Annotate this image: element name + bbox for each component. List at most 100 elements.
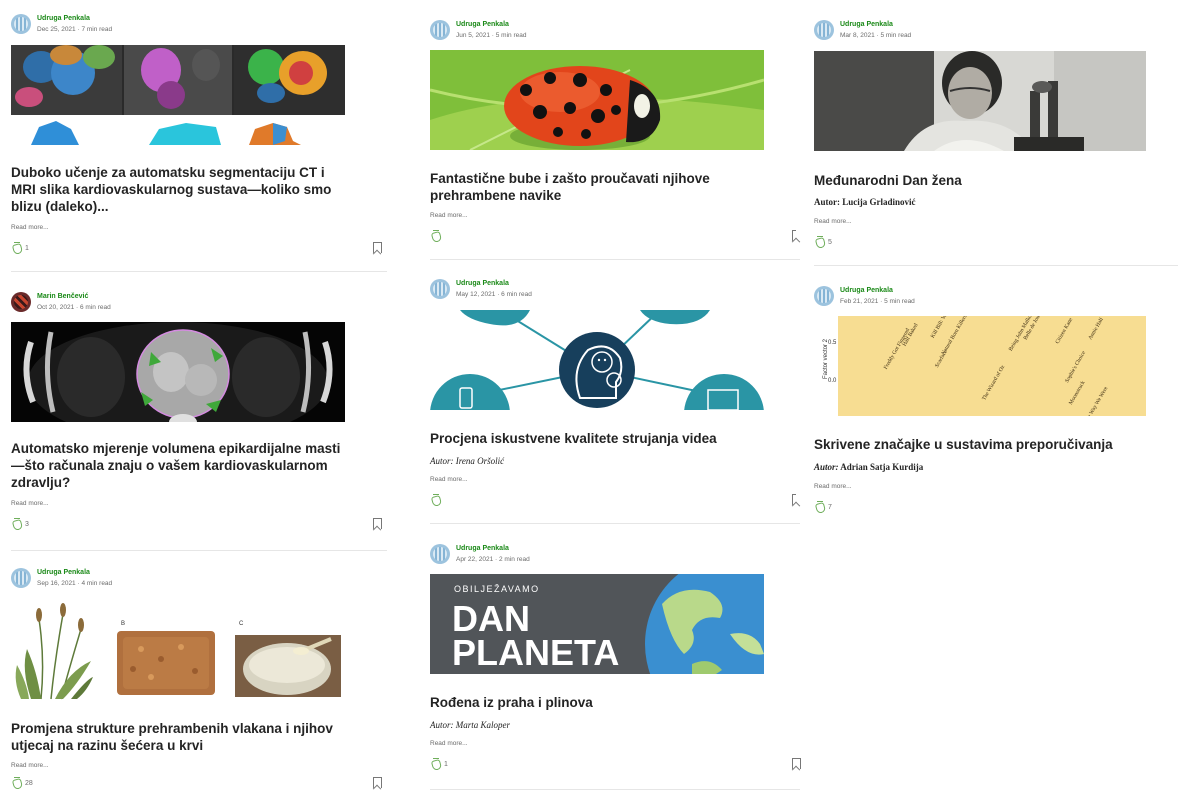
- article-image[interactable]: [814, 51, 1146, 151]
- article-image[interactable]: OBILJEŽAVAMO DAN PLANETA: [430, 574, 764, 674]
- author-row: Udruga Penkala Mar 8, 2021 · 5 min read: [814, 17, 911, 43]
- article-title[interactable]: Fantastične bube i zašto proučavati njih…: [430, 170, 750, 204]
- article-card: Marin Benčević Oct 20, 2021 · 6 min read: [11, 272, 387, 551]
- plant-fiber-image: B C: [11, 599, 345, 701]
- article-title[interactable]: Procjena iskustvene kvalitete strujanja …: [430, 430, 760, 447]
- feed-column-2: Udruga Penkala Jun 5, 2021 · 5 min read: [430, 0, 801, 790]
- clap-count: 3: [25, 520, 29, 528]
- article-title[interactable]: Rođena iz praha i plinova: [430, 694, 760, 711]
- article-title[interactable]: Skrivene značajke u sustavima preporučiv…: [814, 436, 1144, 453]
- publication-link[interactable]: Udruga Penkala: [840, 286, 915, 296]
- article-image[interactable]: [430, 310, 764, 410]
- clap-icon: [11, 777, 23, 789]
- clap-button[interactable]: 1: [430, 758, 448, 770]
- author-row: Udruga Penkala Dec 25, 2021 · 7 min read: [11, 11, 112, 37]
- read-more-link[interactable]: Read more...: [430, 476, 468, 483]
- publication-link[interactable]: Udruga Penkala: [840, 20, 911, 30]
- read-more-link[interactable]: Read more...: [814, 218, 852, 225]
- author-name: Lucija Grladinović: [842, 197, 916, 207]
- post-date: Mar 8, 2021 · 5 min read: [840, 31, 912, 39]
- clap-button[interactable]: 1: [11, 242, 29, 254]
- avatar[interactable]: [430, 20, 450, 40]
- clap-icon: [814, 236, 826, 248]
- clap-icon: [11, 518, 23, 530]
- bookmark-icon[interactable]: [373, 242, 382, 253]
- article-card: Udruga Penkala May 12, 2021 · 6 min read: [430, 260, 800, 524]
- post-date: Dec 25, 2021 · 7 min read: [37, 25, 113, 33]
- publication-link[interactable]: Udruga Penkala: [456, 20, 526, 30]
- post-date: Jun 5, 2021 · 5 min read: [456, 31, 527, 39]
- y-axis-label: Factor vector 2: [823, 339, 829, 380]
- movie-label: Citizen Kane: [1054, 316, 1075, 346]
- video-quality-diagram: [430, 310, 764, 410]
- bookmark-icon[interactable]: [373, 518, 382, 529]
- clap-button[interactable]: 28: [11, 777, 33, 789]
- avatar[interactable]: [814, 286, 834, 306]
- banner-line-1: DAN: [452, 598, 530, 639]
- panel-label-b: B: [121, 621, 125, 627]
- clap-button[interactable]: [430, 230, 444, 242]
- movie-label: Kill Bill: Vol. 1: [929, 316, 953, 340]
- read-more-link[interactable]: Read more...: [430, 740, 468, 747]
- article-title[interactable]: Međunarodni Dan žena: [814, 172, 1134, 189]
- clap-count: 7: [828, 503, 832, 511]
- author-label: Autor:: [430, 456, 454, 466]
- banner-title: DAN PLANETA: [452, 598, 619, 671]
- publication-link[interactable]: Udruga Penkala: [37, 568, 112, 578]
- author-label: Autor:: [814, 462, 839, 472]
- bookmark-icon[interactable]: [792, 230, 796, 241]
- read-more-link[interactable]: Read more...: [430, 212, 468, 219]
- author-row: Udruga Penkala May 12, 2021 · 6 min read: [430, 276, 532, 302]
- bookmark-icon[interactable]: [792, 494, 796, 505]
- clap-button[interactable]: 7: [814, 501, 832, 513]
- avatar[interactable]: [430, 279, 450, 299]
- clap-icon: [11, 242, 23, 254]
- author-name: Marta Kaloper: [455, 720, 511, 730]
- y-tick: 0.0: [828, 378, 837, 384]
- article-card: Udruga Penkala Dec 25, 2021 · 7 min read: [11, 0, 387, 272]
- article-image[interactable]: B C: [11, 599, 345, 701]
- read-more-link[interactable]: Read more...: [11, 762, 49, 769]
- article-image[interactable]: Factor vector 2 0.5 0.0 Freddy Got Finge…: [814, 316, 1146, 416]
- clap-button[interactable]: [430, 494, 444, 506]
- article-card: Udruga Penkala Apr 22, 2021 · 2 min read…: [430, 524, 801, 790]
- read-more-link[interactable]: Read more...: [11, 500, 49, 507]
- avatar[interactable]: [11, 568, 31, 588]
- bookmark-icon[interactable]: [792, 758, 801, 769]
- avatar[interactable]: [11, 14, 31, 34]
- read-more-link[interactable]: Read more...: [11, 224, 49, 231]
- bookmark-icon[interactable]: [373, 777, 382, 788]
- banner-kicker: OBILJEŽAVAMO: [454, 584, 540, 594]
- movie-label: The Way We Were: [1083, 385, 1110, 416]
- article-image[interactable]: [430, 50, 764, 150]
- author-row: Udruga Penkala Apr 22, 2021 · 2 min read: [430, 541, 530, 567]
- publication-link[interactable]: Udruga Penkala: [37, 14, 112, 24]
- post-date: Oct 20, 2021 · 6 min read: [37, 303, 111, 311]
- publication-link[interactable]: Udruga Penkala: [456, 279, 532, 289]
- author-link[interactable]: Marin Benčević: [37, 292, 111, 302]
- author-name: Irena Oršolić: [455, 456, 505, 466]
- post-date: Feb 21, 2021 · 5 min read: [840, 297, 915, 305]
- publication-link[interactable]: Udruga Penkala: [456, 544, 530, 554]
- clap-button[interactable]: 5: [814, 236, 832, 248]
- author-row: Udruga Penkala Sep 16, 2021 · 4 min read: [11, 565, 112, 591]
- article-title[interactable]: Automatsko mjerenje volumena epikardijal…: [11, 440, 341, 491]
- chest-ct-image: [11, 322, 345, 422]
- clap-icon: [430, 758, 442, 770]
- avatar[interactable]: [430, 544, 450, 564]
- feed-column-3: Udruga Penkala Mar 8, 2021 · 5 min read …: [814, 0, 1178, 526]
- clap-button[interactable]: 3: [11, 518, 29, 530]
- avatar[interactable]: [814, 20, 834, 40]
- article-image[interactable]: [11, 322, 345, 422]
- article-image[interactable]: [11, 45, 345, 145]
- avatar[interactable]: [11, 292, 31, 312]
- clap-icon: [430, 494, 442, 506]
- author-row: Udruga Penkala Feb 21, 2021 · 5 min read: [814, 283, 915, 309]
- ladybug-image: [430, 50, 764, 150]
- article-byline: Autor: Adrian Satja Kurdija: [814, 462, 923, 472]
- read-more-link[interactable]: Read more...: [814, 483, 852, 490]
- clap-count: 1: [25, 244, 29, 252]
- article-title[interactable]: Duboko učenje za automatsku segmentaciju…: [11, 164, 341, 215]
- author-label: Autor:: [430, 720, 454, 730]
- article-title[interactable]: Promjena strukture prehrambenih vlakana …: [11, 720, 351, 754]
